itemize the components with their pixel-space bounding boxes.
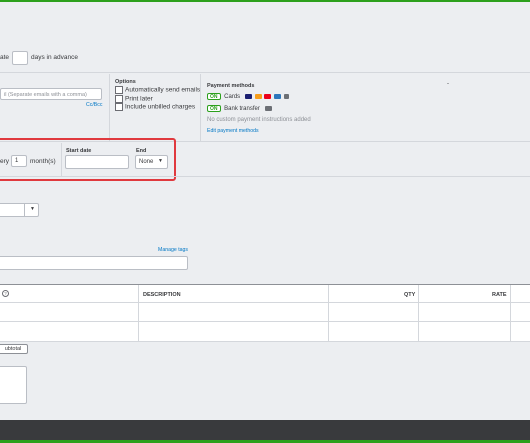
other-card-icon (283, 94, 289, 99)
tags-input[interactable] (0, 256, 188, 270)
table-row[interactable] (0, 303, 510, 321)
payment-methods-title: Payment methods (207, 83, 255, 89)
cards-label: Cards (224, 94, 241, 101)
divider (0, 341, 530, 342)
add-subtotal-button[interactable]: ubtotal (0, 344, 28, 354)
email-placeholder: il (Separate emails with a comma) (4, 92, 87, 98)
reminder-suffix: days in advance (31, 54, 78, 61)
options-list: Automatically send emails Print later In… (115, 86, 200, 112)
column-header-qty: QTY (404, 292, 416, 298)
bank-label: Bank transfer (224, 106, 260, 113)
manage-tags-link[interactable]: Manage tags (158, 247, 188, 253)
option-auto-send[interactable]: Automatically send emails (115, 86, 200, 95)
reminder-days-input[interactable] (12, 51, 28, 65)
table-row[interactable] (0, 322, 510, 341)
mastercard-icon (254, 94, 262, 99)
option-print-later[interactable]: Print later (115, 94, 200, 104)
dropdown-select[interactable]: ▼ (0, 203, 39, 217)
message-textarea[interactable] (0, 366, 27, 404)
email-field[interactable]: il (Separate emails with a comma) (0, 88, 102, 100)
payment-dash: - (447, 81, 449, 87)
checkbox[interactable] (115, 94, 123, 103)
divider (0, 284, 530, 285)
discover-card-icon (264, 94, 272, 99)
cards-toggle[interactable]: ON (207, 93, 221, 100)
checkbox[interactable] (115, 86, 123, 94)
divider (0, 72, 530, 73)
bank-icon (264, 106, 272, 111)
checkbox[interactable] (115, 103, 123, 111)
top-accent-bar (0, 0, 530, 2)
bank-toggle[interactable]: ON (207, 105, 221, 112)
divider (510, 285, 511, 341)
column-header-description: DESCRIPTION (143, 292, 181, 298)
reminder-prefix: ate (0, 54, 10, 61)
help-icon[interactable]: ? (2, 290, 9, 297)
schedule-highlight-box (0, 138, 176, 181)
visa-card-icon (244, 94, 252, 99)
column-header-rate: RATE (492, 292, 507, 298)
divider (109, 74, 110, 141)
no-instructions-text: No custom payment instructions added (207, 117, 311, 123)
divider (24, 204, 25, 216)
options-title: Options (115, 79, 136, 85)
payment-bank-row: ON Bank transfer (207, 105, 272, 112)
payment-cards-row: ON Cards (207, 93, 289, 100)
divider (0, 176, 530, 177)
chevron-down-icon: ▼ (30, 206, 35, 212)
option-include-unbilled[interactable]: Include unbilled charges (115, 103, 200, 112)
amex-card-icon (273, 94, 281, 99)
cc-bcc-link[interactable]: Cc/Bcc (86, 102, 102, 108)
edit-payment-methods-link[interactable]: Edit payment methods (207, 128, 259, 134)
